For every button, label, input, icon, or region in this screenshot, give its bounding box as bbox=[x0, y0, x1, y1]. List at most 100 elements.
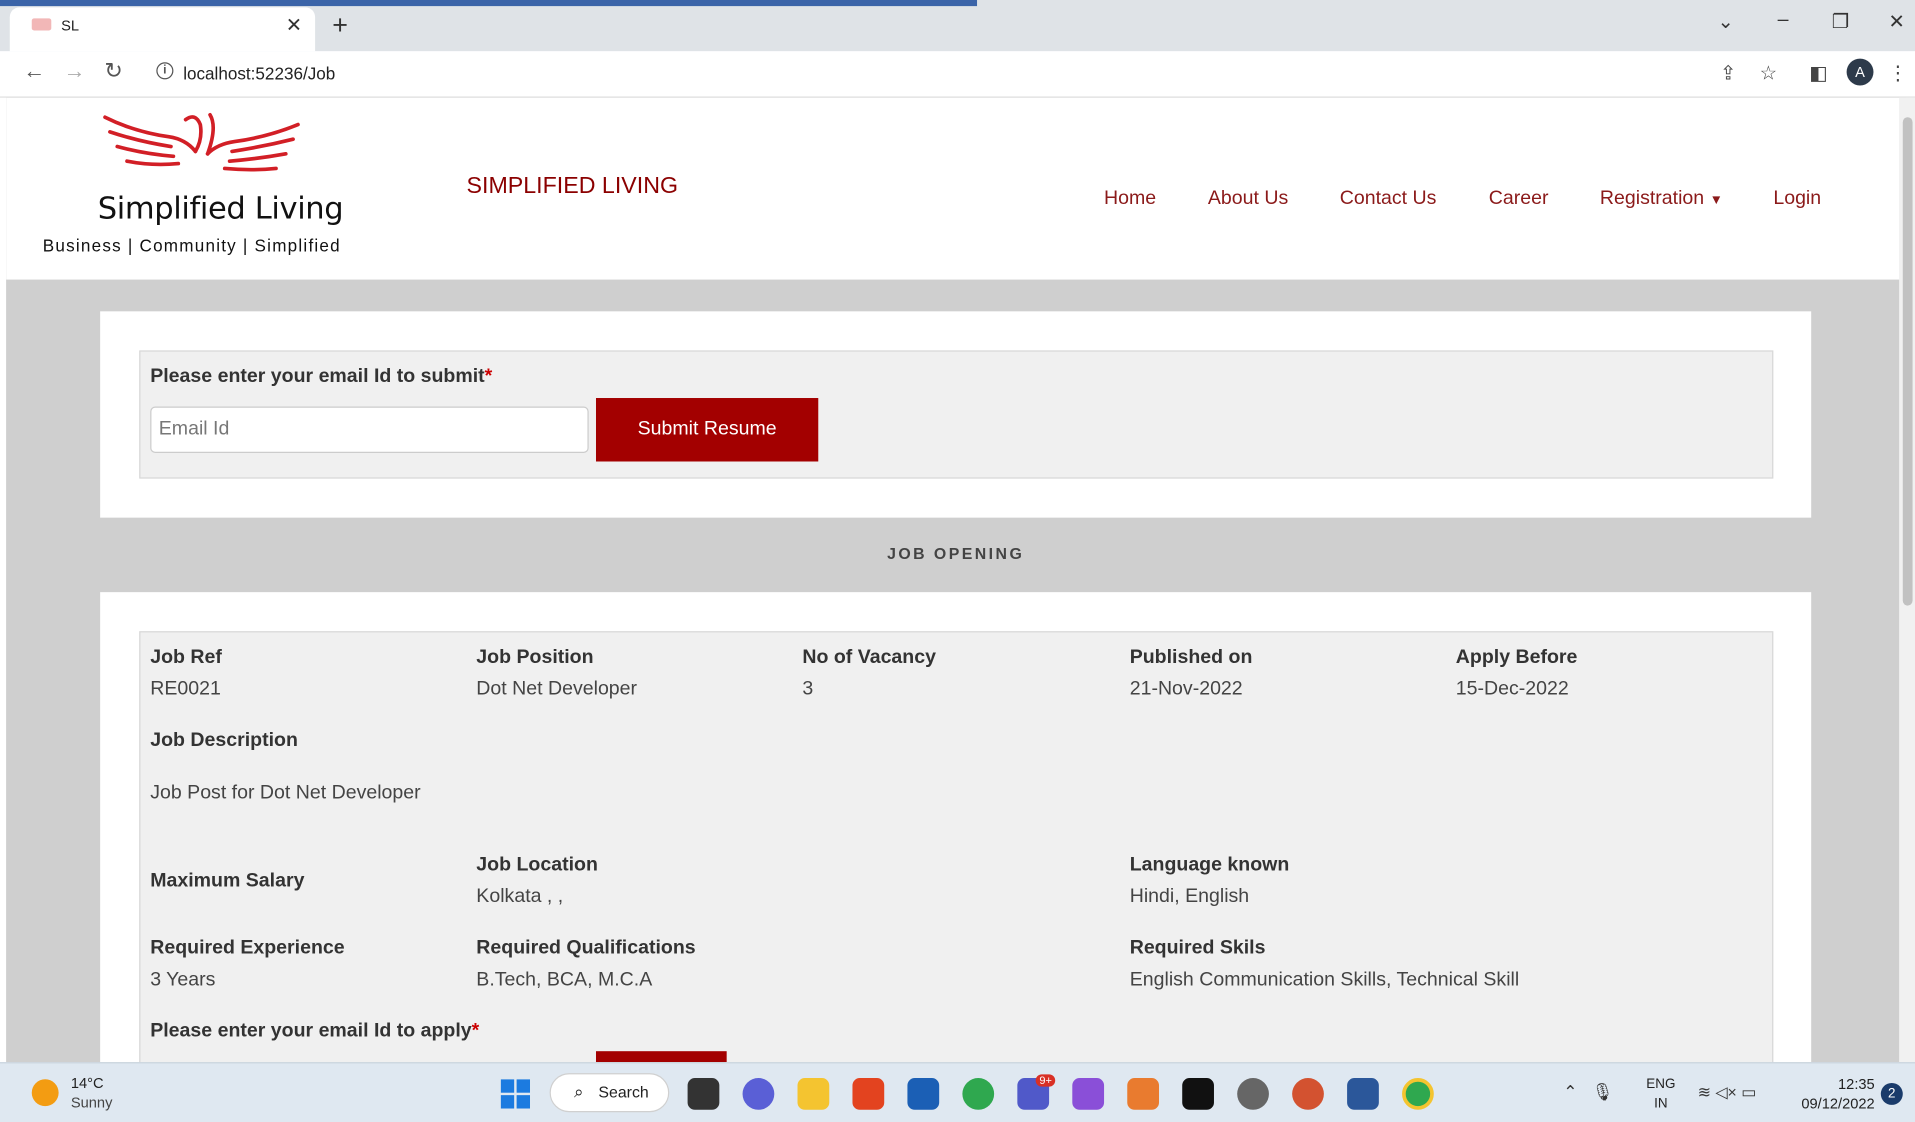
new-tab-icon[interactable]: + bbox=[332, 10, 348, 42]
vacancy-value: 3 bbox=[802, 678, 814, 700]
apply-before-value: 15-Dec-2022 bbox=[1455, 678, 1569, 700]
word-icon[interactable] bbox=[1347, 1078, 1379, 1110]
job-ref-label: Job Ref bbox=[150, 647, 222, 668]
tab-title: SL bbox=[61, 17, 80, 35]
nav-home[interactable]: Home bbox=[1104, 188, 1156, 210]
published-label: Published on bbox=[1129, 647, 1253, 668]
chat-icon[interactable] bbox=[742, 1078, 775, 1110]
wifi-volume-battery-icon[interactable]: ≋ ◁× ▭ bbox=[1698, 1083, 1757, 1103]
sun-weather-icon[interactable] bbox=[31, 1079, 59, 1107]
file-explorer-icon[interactable] bbox=[797, 1078, 830, 1110]
language-label: Language known bbox=[1129, 854, 1290, 876]
nav-career[interactable]: Career bbox=[1489, 188, 1549, 210]
region-code: IN bbox=[1654, 1096, 1668, 1112]
experience-value: 3 Years bbox=[150, 969, 216, 991]
nav-login[interactable]: Login bbox=[1773, 188, 1821, 210]
job-description-value: Job Post for Dot Net Developer bbox=[150, 782, 421, 804]
office-icon[interactable] bbox=[852, 1078, 885, 1110]
nav-registration[interactable]: Registration ▼ bbox=[1600, 188, 1723, 210]
scrollbar-thumb[interactable] bbox=[1902, 117, 1913, 606]
job-location-value: Kolkata , , bbox=[476, 886, 564, 908]
figma-icon[interactable] bbox=[1182, 1078, 1214, 1110]
web-page: Simplified Living Business | Community |… bbox=[6, 97, 1906, 1063]
profile-avatar[interactable]: A bbox=[1846, 58, 1874, 86]
lang-code: ENG bbox=[1646, 1076, 1676, 1092]
window-close-icon[interactable]: ✕ bbox=[1878, 10, 1915, 34]
nav-contact-us[interactable]: Contact Us bbox=[1340, 188, 1437, 210]
email-label-text: Please enter your email Id to submit bbox=[150, 366, 485, 388]
date: 09/12/2022 bbox=[1801, 1095, 1875, 1113]
taskbar-search-label[interactable]: Search bbox=[598, 1083, 648, 1101]
restore-icon[interactable]: ❐ bbox=[1822, 10, 1859, 34]
notification-badge[interactable]: 2 bbox=[1880, 1082, 1903, 1105]
apply-before-label: Apply Before bbox=[1455, 647, 1578, 668]
email-label: Please enter your email Id to submit* bbox=[150, 366, 492, 388]
job-position-value: Dot Net Developer bbox=[476, 678, 638, 700]
job-position-label: Job Position bbox=[476, 647, 594, 668]
url-text[interactable]: localhost:52236/Job bbox=[183, 63, 335, 83]
side-panel-icon[interactable]: ◧ bbox=[1805, 61, 1832, 85]
address-bar[interactable] bbox=[144, 57, 1757, 90]
site-header: Simplified Living Business | Community |… bbox=[6, 97, 1906, 280]
skills-label: Required Skils bbox=[1129, 937, 1266, 959]
job-opening-heading: JOB OPENING bbox=[887, 544, 1025, 563]
max-salary-label: Maximum Salary bbox=[150, 870, 305, 892]
experience-label: Required Experience bbox=[150, 937, 345, 959]
brand-title[interactable]: SIMPLIFIED LIVING bbox=[467, 173, 678, 200]
vacancy-label: No of Vacancy bbox=[802, 647, 936, 668]
weather-temperature[interactable]: 14°C bbox=[71, 1074, 104, 1091]
site-info-icon[interactable]: i bbox=[156, 62, 174, 80]
task-view-icon[interactable] bbox=[687, 1078, 720, 1110]
nav-registration-label: Registration bbox=[1599, 188, 1705, 209]
pencil-app-icon[interactable] bbox=[1127, 1078, 1160, 1110]
wings-logo-icon[interactable] bbox=[98, 110, 306, 191]
language-value: Hindi, English bbox=[1129, 886, 1250, 908]
submit-resume-button[interactable]: Submit Resume bbox=[595, 398, 819, 462]
menu-kebab-icon[interactable]: ⋮ bbox=[1884, 61, 1911, 85]
apply-required-mark: * bbox=[471, 1020, 480, 1042]
overlay-line bbox=[0, 0, 978, 7]
share-icon[interactable]: ⇪ bbox=[1715, 61, 1742, 85]
input-language[interactable]: ENG IN bbox=[1646, 1074, 1675, 1113]
clock[interactable]: 12:35 09/12/2022 bbox=[1795, 1074, 1874, 1113]
teams-badge: 9+ bbox=[1035, 1074, 1056, 1087]
nav-about-us[interactable]: About Us bbox=[1208, 188, 1288, 210]
windows-taskbar bbox=[0, 1062, 1915, 1122]
powerpoint-icon[interactable] bbox=[1292, 1078, 1324, 1110]
job-location-label: Job Location bbox=[476, 854, 598, 876]
apply-button[interactable] bbox=[595, 1051, 727, 1063]
qualifications-value: B.Tech, BCA, M.C.A bbox=[476, 969, 653, 991]
job-description-label: Job Description bbox=[150, 730, 298, 751]
required-mark: * bbox=[484, 366, 493, 388]
apply-email-label: Please enter your email Id to apply* bbox=[150, 1021, 479, 1043]
mail-icon[interactable] bbox=[907, 1078, 940, 1110]
back-icon[interactable]: ← bbox=[20, 59, 49, 85]
reload-icon[interactable]: ↻ bbox=[99, 59, 128, 85]
system-tray-icons[interactable]: ⌃ 🎙 bbox=[1563, 1082, 1613, 1103]
logo-tagline: Business | Community | Simplified bbox=[42, 235, 341, 256]
caret-down-icon: ▼ bbox=[1709, 192, 1723, 208]
bookmark-star-icon[interactable]: ☆ bbox=[1755, 61, 1782, 85]
favicon-icon bbox=[31, 18, 52, 31]
forward-icon[interactable]: → bbox=[60, 59, 89, 85]
tab-search-icon[interactable]: ⌄ bbox=[1707, 10, 1744, 34]
minimize-icon[interactable]: – bbox=[1765, 10, 1802, 32]
time: 12:35 bbox=[1838, 1075, 1875, 1093]
settings-gear-icon[interactable] bbox=[1237, 1078, 1269, 1110]
qualifications-label: Required Qualifications bbox=[476, 937, 696, 959]
logo-name: Simplified Living bbox=[97, 190, 344, 226]
email-input[interactable] bbox=[150, 406, 589, 453]
chrome-icon[interactable] bbox=[962, 1078, 995, 1110]
published-value: 21-Nov-2022 bbox=[1129, 678, 1243, 700]
browser-tab[interactable] bbox=[9, 7, 316, 52]
weather-condition[interactable]: Sunny bbox=[71, 1094, 113, 1111]
screen: SL ✕ + ⌄ – ❐ ✕ ← → ↻ i localhost:52236/J… bbox=[0, 0, 1915, 1122]
apply-email-label-text: Please enter your email Id to apply bbox=[150, 1020, 472, 1042]
tab-close-icon[interactable]: ✕ bbox=[286, 13, 302, 37]
chrome-active-icon[interactable] bbox=[1402, 1078, 1434, 1110]
skills-value: English Communication Skills, Technical … bbox=[1129, 969, 1520, 991]
search-icon: ⌕ bbox=[574, 1081, 584, 1102]
visual-studio-icon[interactable] bbox=[1072, 1078, 1105, 1110]
job-ref-value: RE0021 bbox=[150, 678, 221, 700]
windows-start-icon[interactable] bbox=[500, 1079, 531, 1109]
